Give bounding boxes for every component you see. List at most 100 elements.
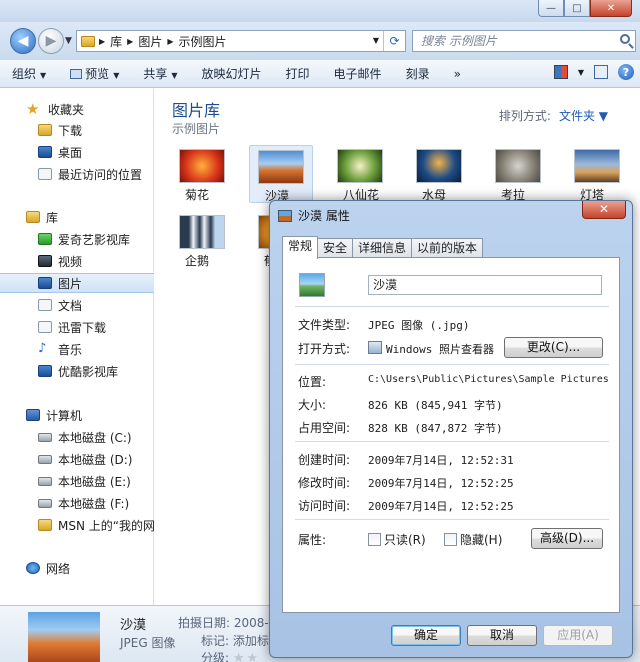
drive-icon <box>38 454 52 464</box>
tab-details[interactable]: 详细信息 <box>352 238 413 258</box>
size-on-disk-label: 占用空间: <box>298 421 351 435</box>
sidebar-item-label: 优酷影视库 <box>58 364 119 379</box>
size-label: 大小: <box>298 398 327 412</box>
sort-value-button[interactable]: 文件夹 ▼ <box>559 109 608 123</box>
file-type-label: 文件类型: <box>298 318 351 332</box>
breadcrumb-separator-icon[interactable]: ▶ <box>99 37 105 46</box>
burn-button[interactable]: 刻录 <box>394 65 442 82</box>
file-name-input[interactable]: 沙漠 <box>368 275 602 295</box>
more-commands-button[interactable]: » <box>442 67 473 81</box>
address-bar[interactable]: ▶ 库 ▶ 图片 ▶ 示例图片 ▼ ⟳ <box>76 30 406 52</box>
help-icon[interactable]: ? <box>618 64 634 80</box>
details-tags[interactable]: 标记: 添加标 <box>201 632 269 649</box>
computer-icon <box>26 409 40 421</box>
breadcrumb-separator-icon[interactable]: ▶ <box>167 37 173 46</box>
address-dropdown-icon[interactable]: ▼ <box>373 36 379 45</box>
details-file-name: 沙漠 <box>120 618 147 633</box>
tab-previous-versions[interactable]: 以前的版本 <box>411 238 484 258</box>
sidebar-item-label: 本地磁盘 (C:) <box>58 430 132 445</box>
sidebar-item-pictures[interactable]: 图片 <box>0 273 154 293</box>
hidden-label[interactable]: 隐藏(H) <box>460 531 502 548</box>
thumbnail-lighthouse[interactable]: 灯塔 <box>565 145 629 203</box>
accessed-value: 2009年7月14日, 12:52:25 <box>368 500 514 513</box>
preview-label: 预览 <box>85 67 110 81</box>
jellyfish-image <box>416 149 462 183</box>
sidebar-item-label: 下载 <box>58 123 83 138</box>
thumbnail-jellyfish[interactable]: 水母 <box>407 145 471 203</box>
image-file-icon <box>299 273 325 297</box>
preview-pane-icon[interactable] <box>594 65 608 79</box>
rating-star-icon[interactable]: ★ <box>233 651 245 662</box>
sidebar-item-label: 桌面 <box>58 145 83 160</box>
email-button[interactable]: 电子邮件 <box>322 65 394 82</box>
breadcrumb-library[interactable]: 库 <box>110 33 122 50</box>
rating-star-icon[interactable]: ★ <box>247 651 259 662</box>
share-menu[interactable]: 共享 ▼ <box>131 65 189 82</box>
sidebar-item-label: 迅雷下载 <box>58 320 107 335</box>
divider <box>295 441 609 442</box>
sidebar-item-label: 本地磁盘 (E:) <box>58 474 131 489</box>
breadcrumb-sample-pictures[interactable]: 示例图片 <box>179 33 227 50</box>
sidebar-item-label: 文档 <box>58 298 83 313</box>
forward-button[interactable]: ▶ <box>38 28 64 54</box>
library-subtitle[interactable]: 示例图片 <box>172 120 220 137</box>
back-button[interactable]: ◀ <box>10 28 36 54</box>
advanced-button[interactable]: 高级(D)... <box>531 528 603 549</box>
search-placeholder: 搜索 示例图片 <box>421 34 497 48</box>
dropdown-icon: ▼ <box>40 71 47 80</box>
refresh-icon[interactable]: ⟳ <box>383 31 405 51</box>
search-icon[interactable] <box>620 34 630 44</box>
organize-menu[interactable]: 组织 ▼ <box>0 65 58 82</box>
network-icon <box>26 562 40 574</box>
favorites-label: 收藏夹 <box>48 102 85 117</box>
downloads-folder-icon <box>38 124 52 136</box>
thumbnail-desert[interactable]: 沙漠 <box>249 145 313 203</box>
maximize-button[interactable]: □ <box>564 0 590 17</box>
divider <box>295 364 609 365</box>
thunder-download-icon <box>38 321 52 333</box>
search-input[interactable]: 搜索 示例图片 <box>412 30 636 52</box>
close-button[interactable]: ✕ <box>590 0 632 17</box>
readonly-label[interactable]: 只读(R) <box>384 531 426 548</box>
navigation-pane: ★ 收藏夹 下载 桌面 最近访问的位置 库 爱奇艺影视库 视频 图片 文档 迅雷下… <box>0 89 154 605</box>
readonly-checkbox[interactable] <box>368 533 381 546</box>
chrysanthemum-image <box>179 149 225 183</box>
cancel-button[interactable]: 取消 <box>467 625 537 646</box>
documents-icon <box>38 299 52 311</box>
size-on-disk-value: 828 KB (847,872 字节) <box>368 422 503 435</box>
lighthouse-image <box>574 149 620 183</box>
file-type-value: JPEG 图像 (.jpg) <box>368 319 470 332</box>
preview-menu[interactable]: 预览 ▼ <box>58 65 131 82</box>
apply-button[interactable]: 应用(A) <box>543 625 613 646</box>
thumbnail-label: 企鹅 <box>185 254 210 268</box>
pictures-icon <box>38 277 52 289</box>
dialog-close-button[interactable]: ✕ <box>582 201 626 219</box>
thumbnail-hydrangeas[interactable]: 八仙花 <box>328 145 392 203</box>
penguins-image <box>179 215 225 249</box>
image-file-icon <box>278 209 292 222</box>
back-arrow-icon: ◀ <box>17 33 29 49</box>
breadcrumb-separator-icon[interactable]: ▶ <box>127 37 133 46</box>
recent-places-icon <box>38 168 52 180</box>
minimize-button[interactable]: — <box>538 0 564 17</box>
general-tab-panel: 沙漠 文件类型: JPEG 图像 (.jpg) 打开方式: Windows 照片… <box>282 257 620 613</box>
change-button[interactable]: 更改(C)... <box>504 337 603 358</box>
thumbnail-koala[interactable]: 考拉 <box>486 145 550 203</box>
tab-security[interactable]: 安全 <box>317 238 354 258</box>
sidebar-item-msn[interactable]: MSN 上的“我的网 <box>38 515 154 535</box>
print-button[interactable]: 打印 <box>274 65 322 82</box>
thumbnail-penguins[interactable]: 企鹅 <box>170 211 234 269</box>
forward-arrow-icon: ▶ <box>45 33 57 49</box>
thumbnail-chrysanthemum[interactable]: 菊花 <box>170 145 234 203</box>
tab-general[interactable]: 常规 <box>282 236 319 259</box>
ok-button[interactable]: 确定 <box>391 625 461 646</box>
command-bar: 组织 ▼ 预览 ▼ 共享 ▼ 放映幻灯片 打印 电子邮件 刻录 » ▼ ? <box>0 60 640 88</box>
view-dropdown-icon[interactable]: ▼ <box>578 68 584 77</box>
recent-pages-dropdown[interactable]: ▼ <box>65 36 72 46</box>
slideshow-button[interactable]: 放映幻灯片 <box>190 65 274 82</box>
sidebar-item-label: 音乐 <box>58 342 83 357</box>
hidden-checkbox[interactable] <box>444 533 457 546</box>
location-label: 位置: <box>298 375 327 389</box>
change-view-icon[interactable] <box>553 65 568 79</box>
breadcrumb-pictures[interactable]: 图片 <box>138 33 162 50</box>
